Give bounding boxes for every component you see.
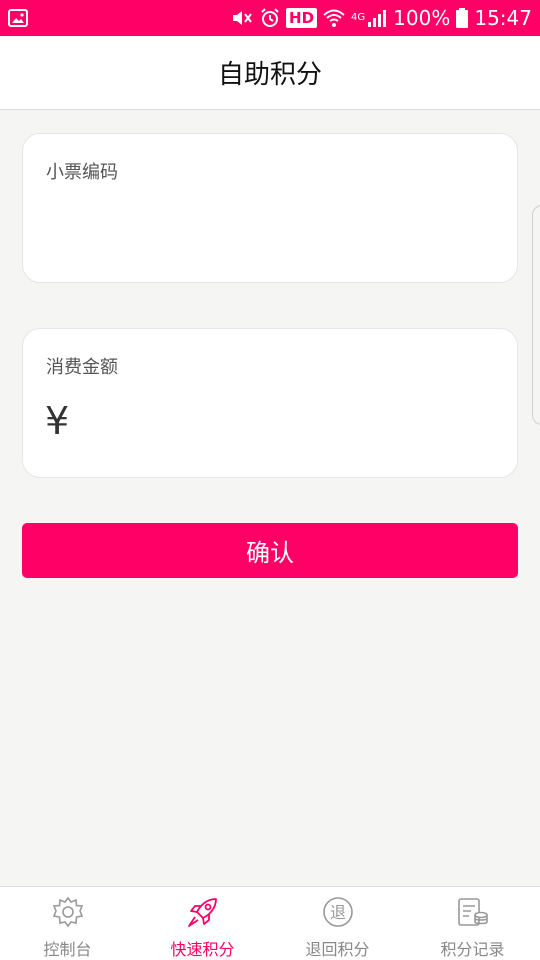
- gear-icon: [51, 895, 85, 929]
- tab-points-records[interactable]: 积分记录: [405, 887, 540, 960]
- svg-text:退: 退: [329, 903, 345, 922]
- records-icon: [456, 895, 490, 929]
- amount-input[interactable]: [97, 403, 497, 447]
- wifi-icon: [323, 8, 345, 28]
- ticket-code-label: 小票编码: [46, 162, 118, 183]
- currency-symbol: ¥: [45, 399, 70, 443]
- clock: 15:47: [474, 6, 532, 30]
- page-title: 自助积分: [217, 60, 322, 90]
- ticket-code-card: 小票编码: [22, 133, 518, 283]
- ticket-code-input[interactable]: [46, 198, 496, 258]
- battery-percent: 100%: [393, 6, 451, 30]
- alarm-icon: [260, 8, 280, 28]
- hd-badge: HD: [286, 8, 318, 28]
- network-type: 4G: [351, 12, 366, 23]
- tab-quick-points[interactable]: 快速积分: [135, 887, 270, 960]
- app-header: 自助积分: [0, 36, 540, 110]
- tab-label: 快速积分: [170, 940, 235, 959]
- side-drawer-handle[interactable]: [532, 205, 540, 425]
- gallery-notification-icon: [8, 9, 28, 27]
- status-bar: HD 4G 100% 15:47: [0, 0, 540, 36]
- tab-console[interactable]: 控制台: [0, 887, 135, 960]
- battery-icon: [456, 8, 469, 28]
- bottom-tab-bar: 控制台 快速积分 退 退回积分 积分记录: [0, 886, 540, 960]
- tab-label: 控制台: [43, 940, 92, 959]
- amount-card: 消费金额 ¥: [22, 328, 518, 478]
- tab-label: 积分记录: [440, 940, 505, 959]
- mute-icon: [230, 8, 254, 28]
- tab-return-points[interactable]: 退 退回积分: [270, 887, 405, 960]
- return-icon: 退: [321, 895, 355, 929]
- amount-label: 消费金额: [46, 357, 118, 378]
- signal-icon: [367, 8, 387, 28]
- rocket-icon: [186, 895, 220, 929]
- confirm-button[interactable]: 确认: [22, 523, 518, 578]
- tab-label: 退回积分: [305, 940, 370, 959]
